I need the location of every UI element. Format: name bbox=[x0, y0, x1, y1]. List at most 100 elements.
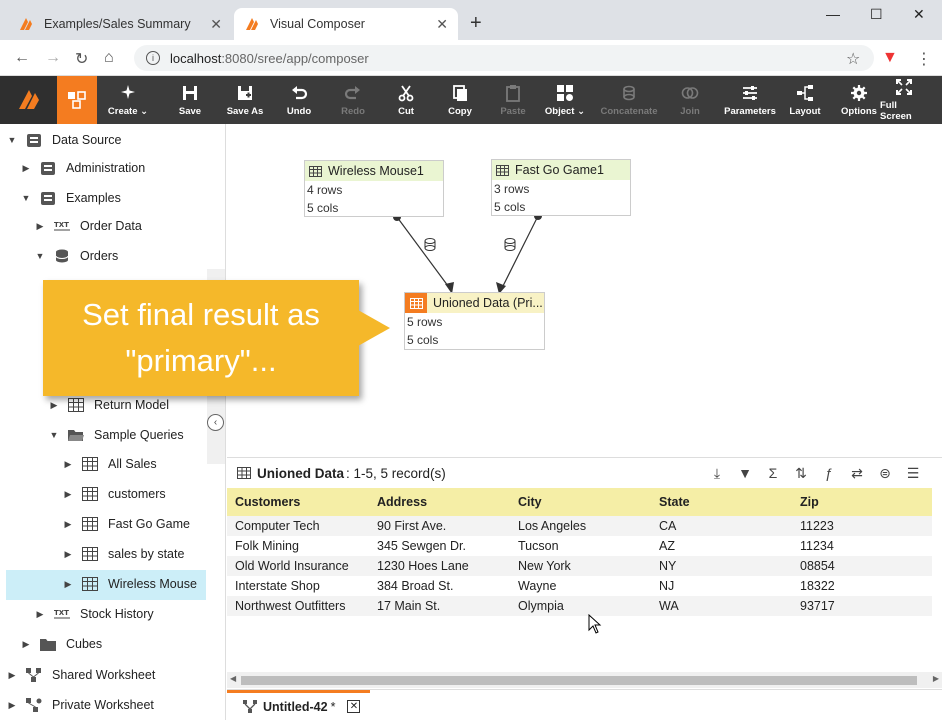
app-logo-icon[interactable] bbox=[0, 76, 57, 124]
undo-button[interactable]: Undo bbox=[280, 76, 318, 124]
browser-tab-visual-composer[interactable]: Visual Composer ✕ bbox=[234, 8, 458, 40]
tree-item-customers[interactable]: ▶ customers bbox=[62, 480, 166, 508]
svg-text:TXT: TXT bbox=[54, 221, 69, 229]
collapsed-arrow-icon[interactable]: ▶ bbox=[62, 549, 74, 560]
node-unioned-data[interactable]: Unioned Data (Pri... 5 rows 5 cols bbox=[404, 292, 545, 350]
collapsed-arrow-icon[interactable]: ▶ bbox=[20, 639, 32, 650]
tree-item-sample-queries[interactable]: ▼ Sample Queries bbox=[48, 421, 184, 449]
formula-icon[interactable]: ƒ bbox=[820, 464, 838, 482]
swap-icon[interactable]: ⇄ bbox=[848, 464, 866, 482]
column-header[interactable]: State bbox=[651, 488, 792, 516]
node-fast-go-game1[interactable]: Fast Go Game1 3 rows 5 cols bbox=[491, 159, 631, 216]
reload-icon[interactable]: ↻ bbox=[75, 49, 88, 69]
create-icon bbox=[121, 84, 135, 99]
table-row[interactable]: Old World Insurance 1230 Hoes Lane New Y… bbox=[227, 556, 932, 576]
node-header[interactable]: Fast Go Game1 bbox=[492, 160, 630, 180]
tree-item-all-sales[interactable]: ▶ All Sales bbox=[62, 450, 157, 478]
expanded-arrow-icon[interactable]: ▼ bbox=[34, 251, 46, 261]
close-tab-icon[interactable]: ✕ bbox=[436, 16, 448, 33]
collapsed-arrow-icon[interactable]: ▶ bbox=[62, 519, 74, 530]
collapsed-arrow-icon[interactable]: ▶ bbox=[62, 489, 74, 500]
expanded-arrow-icon[interactable]: ▼ bbox=[20, 193, 32, 203]
column-header[interactable]: Zip bbox=[792, 488, 932, 516]
collapsed-arrow-icon[interactable]: ▶ bbox=[48, 400, 60, 411]
bookmark-star-icon[interactable]: ☆ bbox=[846, 49, 860, 69]
tree-item-wireless-mouse[interactable]: ▶ Wireless Mouse bbox=[62, 570, 197, 598]
cut-button[interactable]: Cut bbox=[388, 76, 424, 124]
expanded-arrow-icon[interactable]: ▼ bbox=[6, 135, 18, 145]
minimize-icon[interactable]: — bbox=[826, 6, 840, 22]
tree-item-private-worksheet[interactable]: ▶ Private Worksheet bbox=[6, 691, 154, 719]
redo-button[interactable]: Redo bbox=[334, 76, 372, 124]
tree-item-shared-worksheet[interactable]: ▶ Shared Worksheet bbox=[6, 661, 155, 689]
column-header[interactable]: City bbox=[510, 488, 651, 516]
tree-item-order-data[interactable]: ▶ TXT Order Data bbox=[34, 212, 142, 240]
tree-item-stock-history[interactable]: ▶ TXT Stock History bbox=[34, 600, 154, 628]
tree-item-data-source[interactable]: ▼ Data Source bbox=[6, 126, 122, 154]
tree-item-sales-by-state[interactable]: ▶ sales by state bbox=[62, 540, 184, 568]
sort-icon[interactable]: ⇅ bbox=[792, 464, 810, 482]
scroll-left-icon[interactable]: ◀ bbox=[230, 674, 236, 683]
back-icon[interactable]: ← bbox=[14, 49, 30, 67]
filter-icon[interactable]: ▼ bbox=[736, 464, 754, 482]
collapse-panel-icon[interactable]: ‹ bbox=[207, 414, 224, 431]
site-info-icon[interactable]: i bbox=[146, 51, 160, 65]
collapsed-arrow-icon[interactable]: ▶ bbox=[34, 221, 46, 232]
new-tab-icon[interactable]: + bbox=[470, 12, 482, 35]
scrollbar-thumb[interactable] bbox=[241, 676, 917, 685]
tree-item-fast-go-game[interactable]: ▶ Fast Go Game bbox=[62, 510, 190, 538]
expanded-arrow-icon[interactable]: ▼ bbox=[48, 430, 60, 440]
collapsed-arrow-icon[interactable]: ▶ bbox=[6, 670, 18, 681]
create-button[interactable]: Create ⌄ bbox=[103, 76, 153, 124]
close-tab-icon[interactable]: ✕ bbox=[347, 700, 361, 713]
parameters-button[interactable]: Parameters bbox=[722, 76, 778, 124]
maximize-icon[interactable]: ☐ bbox=[870, 6, 883, 23]
tab-untitled-42[interactable]: Untitled-42 * ✕ bbox=[227, 690, 370, 720]
forward-icon[interactable]: → bbox=[45, 49, 61, 67]
collapsed-arrow-icon[interactable]: ▶ bbox=[62, 579, 74, 590]
collapsed-arrow-icon[interactable]: ▶ bbox=[20, 163, 32, 174]
preview-icon[interactable]: ⊜ bbox=[876, 464, 894, 482]
table-row[interactable]: Interstate Shop 384 Broad St. Wayne NJ 1… bbox=[227, 576, 932, 596]
tree-item-cubes[interactable]: ▶ Cubes bbox=[20, 630, 103, 658]
node-header[interactable]: Wireless Mouse1 bbox=[305, 161, 443, 181]
extension-icon[interactable]: ▼ bbox=[882, 49, 898, 67]
full-screen-button[interactable]: Full Screen bbox=[880, 76, 928, 124]
join-button[interactable]: Join bbox=[672, 76, 708, 124]
home-icon[interactable]: ⌂ bbox=[104, 49, 114, 67]
copy-button[interactable]: Copy bbox=[442, 76, 478, 124]
columns-icon[interactable]: ☰ bbox=[904, 464, 922, 482]
options-button[interactable]: Options bbox=[840, 76, 878, 124]
paste-button[interactable]: Paste bbox=[494, 76, 532, 124]
tree-item-examples[interactable]: ▼ Examples bbox=[20, 184, 121, 212]
node-wireless-mouse1[interactable]: Wireless Mouse1 4 rows 5 cols bbox=[304, 160, 444, 217]
window-close-icon[interactable]: ✕ bbox=[913, 6, 925, 23]
collapsed-arrow-icon[interactable]: ▶ bbox=[6, 700, 18, 711]
close-tab-icon[interactable]: ✕ bbox=[210, 16, 222, 33]
column-header[interactable]: Customers bbox=[227, 488, 369, 516]
aggregate-icon[interactable]: Σ bbox=[764, 464, 782, 482]
object-button[interactable]: Object ⌄ bbox=[542, 76, 588, 124]
layout-button[interactable]: Layout bbox=[786, 76, 824, 124]
concatenate-button[interactable]: Concatenate bbox=[598, 76, 660, 124]
tree-item-orders[interactable]: ▼ Orders bbox=[34, 242, 119, 270]
horizontal-scrollbar[interactable]: ◀ ▶ bbox=[227, 672, 942, 688]
column-header[interactable]: Address bbox=[369, 488, 510, 516]
collapsed-arrow-icon[interactable]: ▶ bbox=[34, 609, 46, 620]
table-cell: Interstate Shop bbox=[235, 579, 320, 593]
scroll-right-icon[interactable]: ▶ bbox=[933, 674, 939, 683]
collapsed-arrow-icon[interactable]: ▶ bbox=[62, 459, 74, 470]
browser-menu-icon[interactable]: ⋮ bbox=[916, 49, 932, 69]
save-button[interactable]: Save bbox=[170, 76, 210, 124]
worksheet-mode-icon[interactable] bbox=[57, 76, 97, 124]
node-header[interactable]: Unioned Data (Pri... bbox=[405, 293, 544, 313]
table-row[interactable]: Computer Tech 90 First Ave. Los Angeles … bbox=[227, 516, 932, 536]
tree-item-label: Sample Queries bbox=[94, 428, 184, 442]
tree-item-administration[interactable]: ▶ Administration bbox=[20, 154, 146, 182]
browser-tab-sales-summary[interactable]: Examples/Sales Summary ✕ bbox=[8, 8, 232, 40]
url-input[interactable]: i localhost:8080/sree/app/composer bbox=[134, 45, 874, 71]
export-icon[interactable]: ⤓ bbox=[708, 464, 726, 482]
save-as-button[interactable]: Save As bbox=[224, 76, 266, 124]
table-row[interactable]: Folk Mining 345 Sewgen Dr. Tucson AZ 112… bbox=[227, 536, 932, 556]
table-row[interactable]: Northwest Outfitters 17 Main St. Olympia… bbox=[227, 596, 932, 616]
